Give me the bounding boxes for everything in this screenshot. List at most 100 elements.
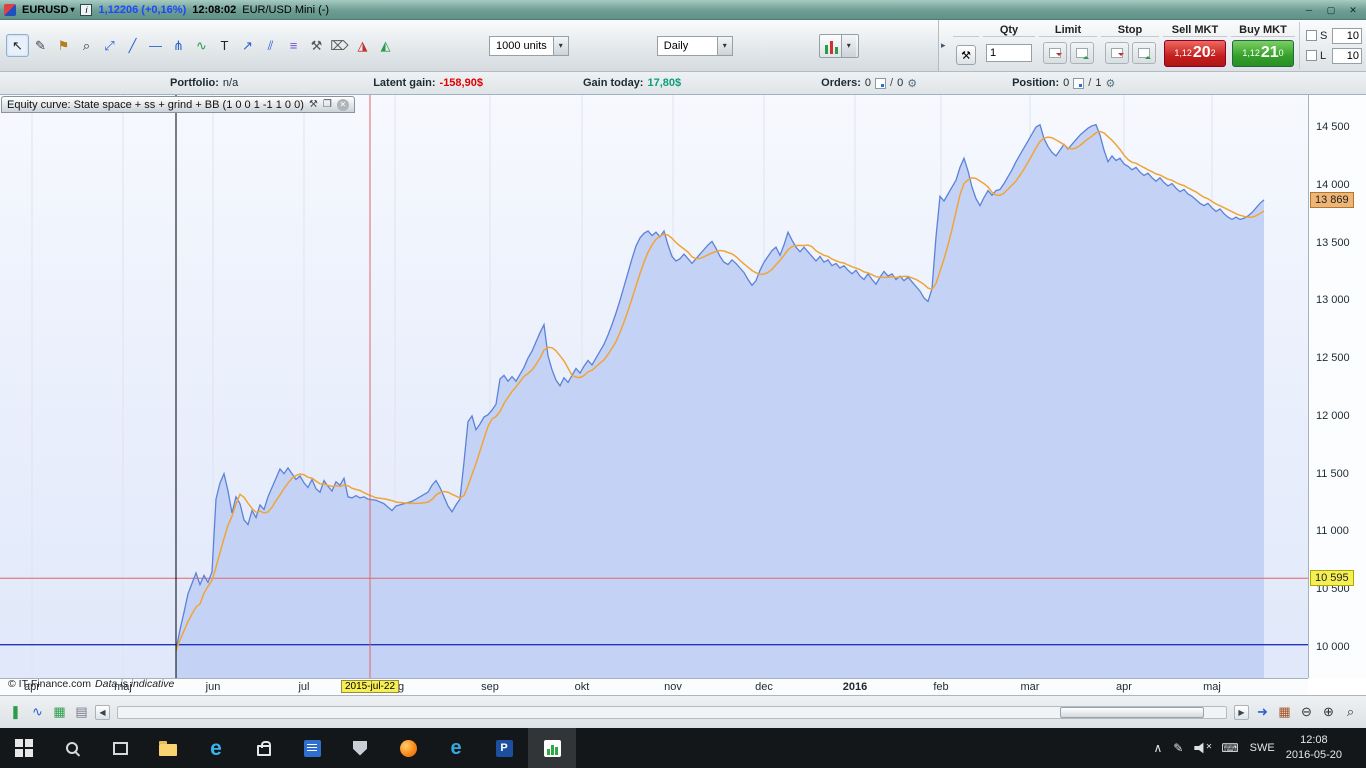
units-select[interactable]: 1000 units ▾ <box>489 35 569 56</box>
buy-market-button[interactable]: 1,12 21 0 <box>1232 39 1294 67</box>
orders-pending-count: 0 <box>897 77 904 89</box>
tray-icons: ∧ ✎ ⌨ <box>1153 741 1238 755</box>
prorealtime-icon-button[interactable]: P <box>480 728 528 768</box>
zoom-in-icon[interactable]: ⊕ <box>1319 703 1338 722</box>
search-button[interactable] <box>48 728 96 768</box>
titlebar-time: 12:08:02 <box>192 3 237 16</box>
task-view-button[interactable] <box>96 728 144 768</box>
y-axis-label: 14 500 <box>1316 121 1350 133</box>
trendline-tool[interactable]: ╱ <box>121 34 144 57</box>
limit-sell-icon <box>1048 48 1062 58</box>
pattern-bearish-tool[interactable]: ◮ <box>351 34 374 57</box>
chevron-down-icon[interactable]: ▾ <box>552 36 568 55</box>
portfolio-value: n/a <box>222 77 239 89</box>
buy-header: Buy MKT <box>1231 22 1295 37</box>
maximize-button[interactable]: ▢ <box>1322 3 1340 17</box>
orders-count: 0 <box>864 77 872 89</box>
draw-pencil-tool[interactable]: ✎ <box>29 34 52 57</box>
scrollbar-thumb[interactable] <box>1059 706 1204 718</box>
stop-checkbox[interactable] <box>1306 30 1317 41</box>
order-settings-button[interactable]: ⚒ <box>956 45 976 65</box>
indicator-tab[interactable]: Equity curve: State space + ss + grind +… <box>1 96 355 113</box>
search-icon[interactable]: ⌕ <box>1341 703 1360 722</box>
stop-sell-button[interactable] <box>1104 42 1129 64</box>
orders-gear-icon[interactable]: ⚙ <box>907 77 917 90</box>
limit-sell-button[interactable] <box>1042 42 1067 64</box>
close-button[interactable]: ✕ <box>1344 3 1362 17</box>
indicative-text: Data is indicative <box>95 678 175 690</box>
qty-input[interactable] <box>986 44 1032 62</box>
chart-style-button[interactable]: ▾ <box>818 33 859 58</box>
clock-date: 2016-05-20 <box>1285 749 1342 761</box>
candlestick-view-icon[interactable]: ❚ <box>6 703 25 722</box>
chart-plot[interactable] <box>0 95 1308 678</box>
info-icon[interactable]: i <box>80 3 93 16</box>
chevron-up-icon[interactable]: ∧ <box>1153 741 1162 755</box>
sell-header: Sell MKT <box>1163 22 1227 37</box>
limit-buy-button[interactable] <box>1069 42 1094 64</box>
start-button[interactable] <box>0 728 48 768</box>
chart-scrollbar[interactable] <box>117 705 1227 719</box>
copyright-text: © IT-Finance.com <box>8 678 92 690</box>
scroll-left-button[interactable]: ◀ <box>95 704 110 720</box>
zigzag-indicator-tool[interactable]: ∿ <box>190 34 213 57</box>
horizontal-line-tool[interactable]: — <box>144 34 167 57</box>
orders-list-icon[interactable] <box>875 77 887 89</box>
edge-icon-button[interactable]: e <box>192 728 240 768</box>
zoom-out-icon[interactable]: ⊖ <box>1297 703 1316 722</box>
position-gear-icon[interactable]: ⚙ <box>1105 77 1115 90</box>
defender-shield-icon-button[interactable] <box>336 728 384 768</box>
x-axis-label: dec <box>755 681 773 693</box>
position-list-icon[interactable] <box>1073 77 1085 89</box>
delete-tool[interactable]: ⌦ <box>328 34 351 57</box>
panel-expander-icon[interactable]: ▸ <box>941 40 949 51</box>
alarm-tool[interactable]: ⚑ <box>52 34 75 57</box>
limit-checkbox[interactable] <box>1306 50 1317 61</box>
limit-value-input[interactable] <box>1332 47 1362 64</box>
pitchfork-tool[interactable]: ⋔ <box>167 34 190 57</box>
clone-window-icon[interactable]: ❐ <box>323 99 332 110</box>
channel-tool[interactable]: ⫽ <box>259 34 282 57</box>
keyboard-icon[interactable]: ⌨ <box>1221 741 1238 755</box>
volume-muted-icon[interactable] <box>1194 742 1212 754</box>
stop-value-input[interactable] <box>1332 27 1362 44</box>
close-icon[interactable]: ✕ <box>336 98 349 111</box>
taskbar-clock[interactable]: 12:08 2016-05-20 <box>1286 733 1342 763</box>
snapshot-icon[interactable]: ▦ <box>50 703 69 722</box>
calendar-icon[interactable]: ▦ <box>1275 703 1294 722</box>
pattern-bullish-tool[interactable]: ◭ <box>374 34 397 57</box>
main-toolbar: ↖ ✎ ⚑ ⌕ ⤢ ╱ — ⋔ ∿ T ↗ ⫽ ≡ ⚒ ⌦ ◮ ◭ 1000 units ▾ Daily ▾ ▾… <box>0 20 1366 72</box>
sell-market-button[interactable]: 1,12 20 2 <box>1164 39 1226 67</box>
scroll-right-button[interactable]: ▶ <box>1234 704 1249 720</box>
pointer-mode-icon[interactable]: ➜ <box>1253 703 1272 722</box>
time-axis[interactable]: aprmajjunjulaugsepoktnovdec2016febmarapr… <box>0 678 1308 695</box>
clock-time: 12:08 <box>1300 734 1328 747</box>
text-tool[interactable]: T <box>213 34 236 57</box>
file-explorer-icon-button[interactable] <box>144 728 192 768</box>
fibonacci-tool[interactable]: ≡ <box>282 34 305 57</box>
instrument-name: EUR/USD Mini (-) <box>242 3 330 16</box>
pen-icon[interactable]: ✎ <box>1173 741 1183 755</box>
trading-chart-app-icon-button[interactable] <box>528 728 576 768</box>
firefox-icon-button[interactable] <box>384 728 432 768</box>
blue-app-icon-button[interactable] <box>288 728 336 768</box>
chevron-down-icon[interactable]: ▾ <box>716 36 732 55</box>
internet-explorer-icon-button[interactable]: e <box>432 728 480 768</box>
language-indicator[interactable]: SWE <box>1250 742 1275 754</box>
line-view-icon[interactable]: ∿ <box>28 703 47 722</box>
zoom-tool[interactable]: ⌕ <box>75 34 98 57</box>
wrench-icon[interactable]: ⚒ <box>309 99 318 110</box>
chart-area[interactable]: Equity curve: State space + ss + grind +… <box>0 95 1366 695</box>
timeframe-select[interactable]: Daily ▾ <box>656 35 733 56</box>
stop-buy-button[interactable] <box>1131 42 1156 64</box>
store-icon-button[interactable] <box>240 728 288 768</box>
extended-line-tool[interactable]: ⤢ <box>98 34 121 57</box>
settings-tools-icon[interactable]: ⚒ <box>305 34 328 57</box>
arrow-tool[interactable]: ↗ <box>236 34 259 57</box>
layout-icon[interactable]: ▤ <box>72 703 91 722</box>
price-axis[interactable]: 14 500 14 000 13 500 13 000 12 500 12 000 11 5… <box>1308 95 1366 678</box>
symbol-selector[interactable]: EURUSD ▾ <box>22 4 74 16</box>
chevron-down-icon[interactable]: ▾ <box>840 34 856 57</box>
minimize-button[interactable]: ─ <box>1300 3 1318 17</box>
pointer-tool[interactable]: ↖ <box>6 34 29 57</box>
